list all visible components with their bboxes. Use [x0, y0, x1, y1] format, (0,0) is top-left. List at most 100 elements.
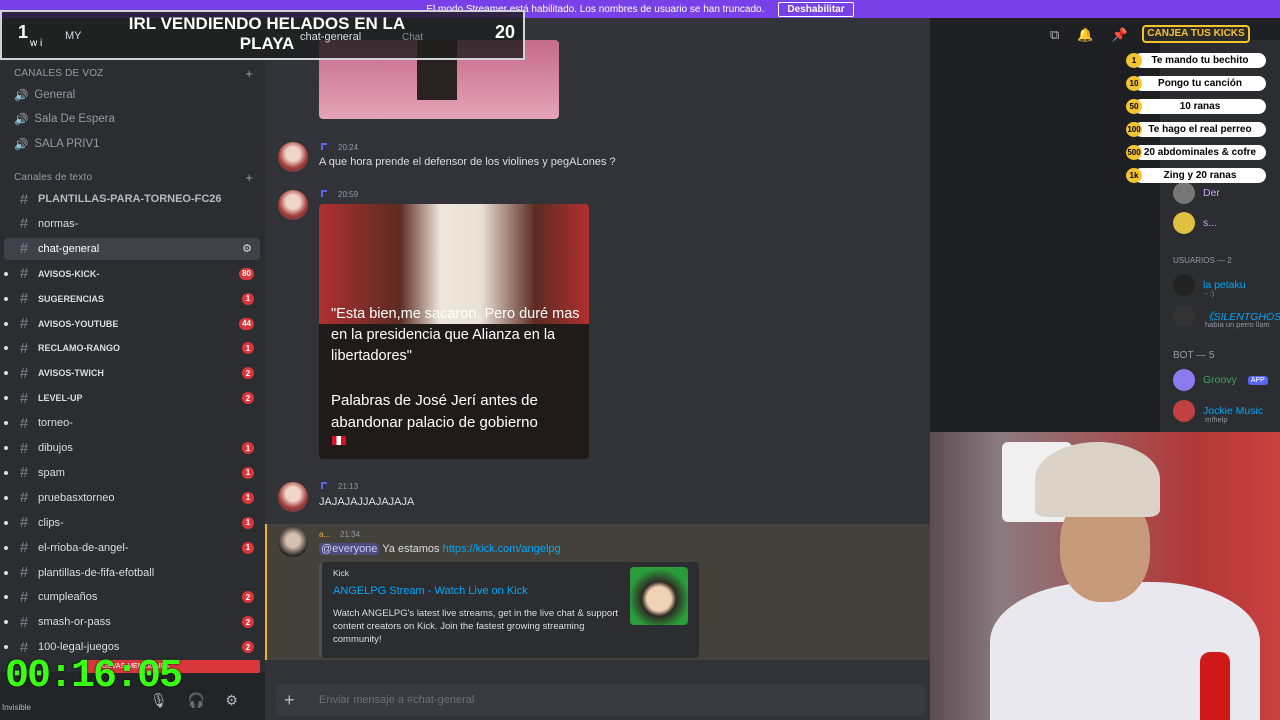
hash-icon: # — [19, 364, 29, 382]
channel-item[interactable]: # avisos-twich 2 — [4, 362, 260, 384]
channel-label: sugerencias — [38, 293, 105, 304]
channel-item[interactable]: # smash-or-pass 2 — [4, 611, 260, 633]
reply-icon — [321, 482, 327, 489]
channel-item[interactable]: # normas- — [4, 213, 260, 235]
channel-item[interactable]: # clips- 1 — [4, 512, 260, 534]
server-name[interactable]: MY — [65, 30, 82, 42]
overlay-small-text: w i — [30, 38, 43, 49]
unread-badge: 44 — [239, 317, 254, 330]
app-tag: APP — [1247, 375, 1268, 385]
headphones-icon[interactable]: 🎧 — [188, 692, 205, 709]
voice-section-title[interactable]: CANALES DE VOZ — [14, 68, 104, 79]
hash-icon: # — [19, 290, 29, 308]
embed-title[interactable]: ANGELPG Stream - Watch Live on Kick — [333, 585, 528, 597]
threads-icon[interactable]: ⧉ — [1050, 27, 1059, 43]
message-timestamp: 21:34 — [340, 530, 361, 539]
unread-dot — [4, 520, 8, 525]
avatar[interactable] — [278, 527, 308, 557]
unread-dot — [4, 570, 8, 575]
user-status: Invisible — [2, 703, 31, 712]
hash-icon: # — [19, 389, 29, 407]
avatar[interactable] — [278, 482, 308, 512]
unread-badge: 2 — [242, 616, 254, 629]
unread-badge: 1 — [242, 292, 254, 305]
channel-item[interactable]: # cumpleaños 2 — [4, 586, 260, 608]
channel-item[interactable]: # torneo- — [4, 412, 260, 434]
message-author[interactable]: a... — [319, 530, 330, 539]
unread-badge: 1 — [242, 466, 254, 479]
speaker-icon: 🔊 — [14, 90, 29, 102]
unread-dot — [4, 645, 8, 650]
avatar — [1173, 182, 1195, 204]
message-input[interactable]: + Enviar mensaje a #chat-general — [276, 684, 926, 716]
voice-channel-sala-priv1[interactable]: 🔊 SALA PRIV1 — [14, 134, 100, 154]
speaker-icon: 🔊 — [14, 139, 29, 151]
member-item[interactable]: Der — [1173, 182, 1220, 204]
channel-item[interactable]: # avisos-kick- 80 — [4, 263, 260, 285]
unread-dot — [4, 595, 8, 600]
channel-item[interactable]: # spam 1 — [4, 462, 260, 484]
bell-icon[interactable]: 🔔 — [1077, 27, 1093, 43]
channel-label: cumpleaños — [38, 591, 98, 604]
pin-icon[interactable]: 📌 — [1111, 27, 1127, 43]
embed-description: Watch ANGELPG's latest live streams, get… — [333, 608, 618, 645]
channel-item[interactable]: # PLANTILLAS-PARA-TORNEO-FC26 — [4, 188, 260, 210]
channel-item[interactable]: # level-up 2 — [4, 387, 260, 409]
channel-item[interactable]: # reclamo-rango 1 — [4, 337, 260, 359]
attach-plus-icon[interactable]: + — [284, 690, 295, 711]
member-item[interactable]: 《SILENTGHOS había un perro llam — [1173, 305, 1280, 329]
channel-item[interactable]: # pruebasxtorneo 1 — [4, 487, 260, 509]
message-input-placeholder: Enviar mensaje a #chat-general — [319, 694, 475, 706]
embed-provider: Kick — [333, 568, 350, 578]
microphone-icon[interactable]: 🎙 — [150, 692, 168, 709]
channel-item[interactable]: # plantillas-de-fifa-efotball — [4, 562, 260, 584]
member-item[interactable]: la petaku - :) — [1173, 274, 1246, 298]
header-chat-tab[interactable]: Chat — [402, 32, 423, 43]
peru-flag-icon — [332, 436, 346, 445]
member-item[interactable]: s... — [1173, 212, 1217, 234]
kick-cost: 50 — [1126, 99, 1142, 114]
member-item[interactable]: Jockie Music m!help — [1173, 400, 1263, 424]
everyone-mention[interactable]: @everyone — [319, 543, 380, 555]
avatar[interactable] — [278, 190, 308, 220]
kick-reward: 1 Te mando tu bechito — [1124, 53, 1266, 68]
add-voice-channel-icon[interactable]: + — [245, 66, 253, 81]
channel-item[interactable]: # sugerencias 1 — [4, 288, 260, 310]
hash-icon: # — [19, 265, 29, 283]
kick-reward: 1k Zing y 20 ranas — [1124, 168, 1266, 183]
hash-icon: # — [19, 414, 29, 432]
channel-label: torneo- — [38, 417, 73, 430]
text-section-title[interactable]: Canales de texto — [14, 172, 92, 183]
voice-channel-sala-espera[interactable]: 🔊 Sala De Espera — [14, 109, 115, 129]
channel-item[interactable]: # avisos-youtube 44 — [4, 313, 260, 335]
kick-link[interactable]: https://kick.com/angelpg — [443, 543, 561, 555]
voice-channel-general[interactable]: 🔊 General — [14, 85, 75, 105]
settings-gear-icon[interactable]: ⚙ — [225, 692, 238, 709]
member-item[interactable]: Groovy APP — [1173, 369, 1268, 391]
hash-icon: # — [19, 588, 29, 606]
unread-dot — [4, 321, 8, 326]
video-quote: "Esta bien,me sacaron. Pero duré mas en … — [331, 306, 580, 364]
hash-icon: # — [19, 514, 29, 532]
unread-dot — [4, 620, 8, 625]
avatar[interactable] — [278, 142, 308, 172]
channel-settings-icon[interactable]: ⚙ — [242, 242, 252, 255]
unread-badge: 80 — [239, 267, 254, 280]
disable-streamer-mode-button[interactable]: Deshabilitar — [778, 1, 854, 17]
avatar — [1173, 400, 1195, 422]
channel-item[interactable]: # dibujos 1 — [4, 437, 260, 459]
channel-item[interactable]: # chat-general ⚙ — [4, 237, 260, 260]
add-text-channel-icon[interactable]: + — [245, 170, 253, 185]
unread-dot — [4, 371, 8, 376]
video-attachment[interactable]: "Esta bien,me sacaron. Pero duré mas en … — [319, 204, 589, 459]
embed-thumbnail[interactable] — [630, 567, 688, 625]
rank-right: 20 — [494, 22, 515, 42]
unread-badge: 2 — [242, 641, 254, 654]
message-text-row: @everyone Ya estamos https://kick.com/an… — [319, 543, 561, 555]
channel-label: reclamo-rango — [38, 343, 120, 354]
channel-label: avisos-youtube — [38, 318, 119, 329]
hash-icon: # — [19, 339, 29, 357]
link-embed: Kick ANGELPG Stream - Watch Live on Kick… — [319, 562, 699, 658]
unread-badge: 1 — [242, 541, 254, 554]
channel-item[interactable]: # el-rrioba-de-angel- 1 — [4, 537, 260, 559]
